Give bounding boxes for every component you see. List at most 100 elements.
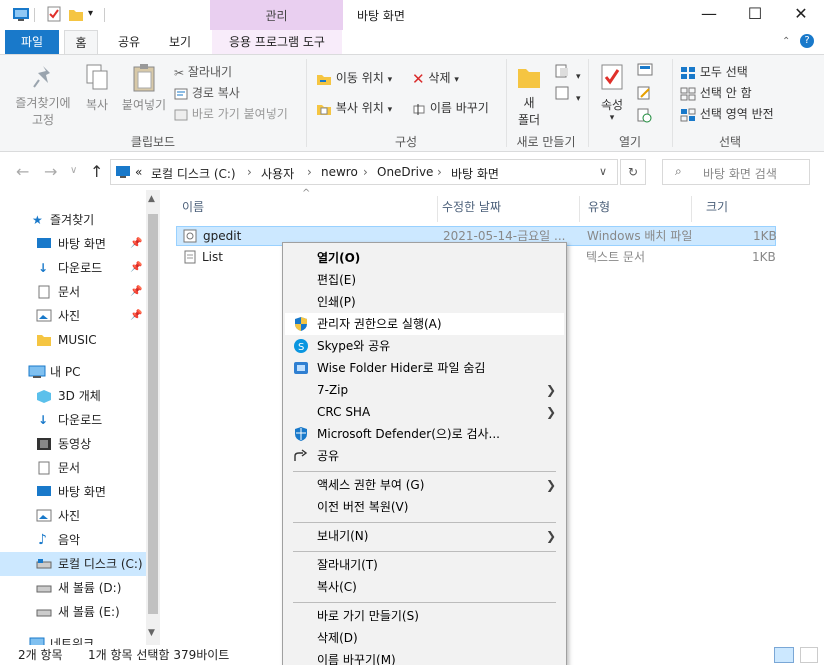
menu-item-wise-folder-hider[interactable]: Wise Folder Hider로 파일 숨김 [285,357,564,379]
folder-icon [37,335,51,346]
nav-item-pictures[interactable]: 사진 📌 [0,304,146,328]
menu-item-restore-versions[interactable]: 이전 버전 복원(V) [285,496,564,518]
nav-item-downloads-pc[interactable]: ↓ 다운로드 [0,408,146,432]
nav-item-videos[interactable]: 동영상 [0,432,146,456]
menu-item-send-to[interactable]: 보내기(N) ❯ [285,525,564,547]
nav-item-desktop[interactable]: 바탕 화면 📌 [0,232,146,256]
nav-item-volume-d[interactable]: 새 볼륨 (D:) [0,576,146,600]
tab-home[interactable]: 홈 [64,30,98,54]
menu-item-create-shortcut[interactable]: 바로 가기 만들기(S) [285,605,564,627]
column-header-date[interactable]: 수정한 날짜 [434,196,580,222]
scroll-down-icon[interactable]: ▼ [148,628,155,638]
nav-item-documents[interactable]: 문서 📌 [0,280,146,304]
nav-item-this-pc[interactable]: 내 PC [0,360,146,384]
pin-quick-access-button[interactable]: 즐겨찾기에 고정 [8,63,78,128]
refresh-button[interactable]: ↻ [620,159,646,185]
up-arrow-icon[interactable]: ↑ [90,162,103,181]
nav-item-volume-e[interactable]: 새 볼륨 (E:) [0,600,146,624]
search-box[interactable]: ⌕ 바탕 화면 검색 [662,159,810,185]
column-header-size[interactable]: 크기 [698,196,778,222]
large-icons-view-icon[interactable] [800,647,818,663]
nav-scroll-thumb[interactable] [148,214,158,614]
customize-qa-icon[interactable]: ▾ [88,8,93,26]
menu-item-print[interactable]: 인쇄(P) [285,291,564,313]
new-item-button[interactable]: ▾ [554,63,581,82]
nav-item-pictures-pc[interactable]: 사진 [0,504,146,528]
tab-app-tools[interactable]: 응용 프로그램 도구 [212,30,342,54]
properties-icon[interactable] [46,6,62,24]
menu-item-cut[interactable]: 잘라내기(T) [285,554,564,576]
nav-item-local-disk-c[interactable]: 로컬 디스크 (C:) [0,552,146,576]
delete-button[interactable]: ✕ 삭제 ▾ [412,69,459,88]
menu-item-share[interactable]: 공유 [285,445,564,467]
menu-item-defender-scan[interactable]: Microsoft Defender(으)로 검사... [285,423,564,445]
paste-button[interactable]: 붙여넣기 [118,63,170,113]
maximize-button[interactable]: ☐ [732,0,778,30]
rename-button[interactable]: 이름 바꾸기 [412,99,489,116]
invert-selection-button[interactable]: 선택 영역 반전 [680,105,774,122]
shield-icon [295,317,307,331]
menu-item-edit[interactable]: 편집(E) [285,269,564,291]
nav-item-music[interactable]: ♪ 음악 [0,528,146,552]
select-none-button[interactable]: 선택 안 함 [680,84,752,101]
copy-button[interactable]: 복사 [80,63,114,113]
cut-button[interactable]: ✂ 잘라내기 [174,63,232,80]
details-view-icon[interactable] [774,647,794,663]
edit-button[interactable] [636,85,652,104]
recent-chevron-icon[interactable]: ∨ [70,165,77,176]
easy-access-button[interactable]: ▾ [554,85,581,104]
copy-path-button[interactable]: 경로 복사 [174,84,240,101]
menu-item-run-as-admin[interactable]: 관리자 권한으로 실행(A) [285,313,564,335]
properties-button[interactable]: 속성 ▾ [596,63,628,123]
nav-item-documents-pc[interactable]: 문서 [0,456,146,480]
scroll-up-icon[interactable]: ▲ [148,194,155,204]
breadcrumb-users[interactable]: 사용자 [261,165,294,182]
forward-arrow-icon[interactable]: → [44,162,57,181]
desktop-icon [116,166,130,178]
collapse-ribbon-icon[interactable]: ⌃ [782,36,790,47]
video-icon [37,438,51,450]
help-icon[interactable]: ? [800,34,814,48]
nav-scrollbar[interactable]: ▲ ▼ [146,190,160,645]
breadcrumb-newro[interactable]: newro [321,165,358,179]
breadcrumb-c-drive[interactable]: 로컬 디스크 (C:) [151,165,236,182]
tab-share[interactable]: 공유 [108,30,150,54]
menu-item-give-access[interactable]: 액세스 권한 부여 (G) ❯ [285,474,564,496]
address-dropdown-icon[interactable]: ∨ [599,165,607,178]
back-arrow-icon[interactable]: ← [16,162,29,181]
open-button[interactable] [636,63,664,80]
context-tab-manage[interactable]: 관리 [210,0,343,30]
menu-item-rename[interactable]: 이름 바꾸기(M) [285,649,564,665]
tab-view[interactable]: 보기 [158,30,202,54]
menu-item-copy[interactable]: 복사(C) [285,576,564,598]
menu-item-delete[interactable]: 삭제(D) [285,627,564,649]
breadcrumb-overflow[interactable]: « [135,165,142,179]
new-folder-button[interactable]: 새 폴더 [514,63,544,128]
nav-item-downloads[interactable]: ↓ 다운로드 📌 [0,256,146,280]
column-header-type[interactable]: 유형 [580,196,692,222]
move-to-button[interactable]: 이동 위치 ▾ [316,69,392,86]
nav-item-desktop-pc[interactable]: 바탕 화면 [0,480,146,504]
search-icon: ⌕ [675,164,682,178]
close-button[interactable]: ✕ [778,0,824,30]
minimize-button[interactable]: — [686,0,732,30]
nav-item-music-folder[interactable]: MUSIC [0,328,146,352]
breadcrumb-onedrive[interactable]: OneDrive [377,165,433,179]
rename-icon [413,103,425,115]
select-all-button[interactable]: 모두 선택 [680,63,748,80]
nav-item-network[interactable]: 네트워크 [0,632,146,645]
column-header-name[interactable]: 이름 [174,196,438,222]
new-folder-icon[interactable] [68,6,84,24]
copy-to-button[interactable]: 복사 위치 ▾ [316,99,392,116]
nav-item-3d-objects[interactable]: 3D 개체 [0,384,146,408]
history-button[interactable] [636,107,652,126]
menu-item-crc-sha[interactable]: CRC SHA ❯ [285,401,564,423]
tab-file[interactable]: 파일 [5,30,59,54]
address-bar[interactable]: « 로컬 디스크 (C:) › 사용자 › newro › OneDrive ›… [110,159,618,185]
menu-item-skype-share[interactable]: S Skype와 공유 [285,335,564,357]
menu-item-open[interactable]: 열기(O) [285,247,564,269]
breadcrumb-desktop[interactable]: 바탕 화면 [451,165,499,182]
nav-item-favorites[interactable]: ★ 즐겨찾기 [0,208,146,232]
paste-shortcut-button[interactable]: 바로 가기 붙여넣기 [174,105,288,122]
menu-item-7zip[interactable]: 7-Zip ❯ [285,379,564,401]
